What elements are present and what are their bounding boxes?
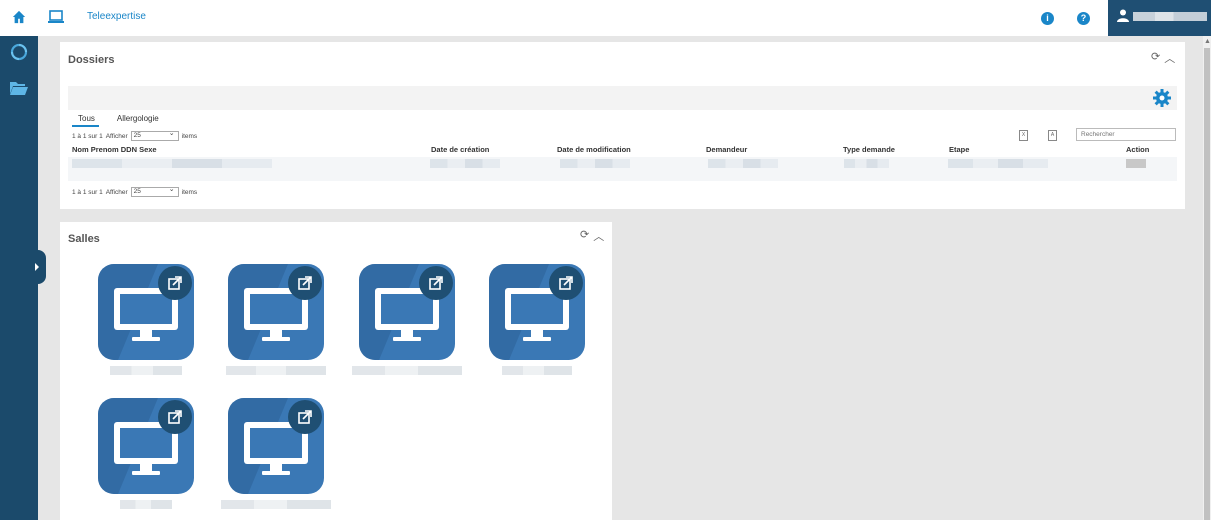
- user-icon: [1117, 9, 1129, 22]
- page-size-select[interactable]: 25: [130, 130, 179, 141]
- external-link-icon[interactable]: [288, 400, 322, 434]
- col-date-modification[interactable]: Date de modification: [557, 145, 631, 154]
- pager-show-label: Afficher: [105, 188, 128, 196]
- col-type-demande[interactable]: Type demande: [843, 145, 895, 154]
- teleexpertise-link[interactable]: Teleexpertise: [87, 11, 146, 22]
- cell-redacted: [844, 159, 889, 168]
- cell-redacted: [708, 159, 778, 168]
- external-link-icon[interactable]: [288, 266, 322, 300]
- pager-top: 1 à 1 sur 1 Afficher 25 items: [72, 130, 198, 141]
- cell-redacted: [430, 159, 500, 168]
- external-link-icon[interactable]: [158, 266, 192, 300]
- room-name-redacted: [502, 366, 572, 375]
- room-name-redacted: [120, 500, 172, 509]
- user-menu[interactable]: [1108, 0, 1211, 36]
- info-icon[interactable]: i: [1041, 12, 1054, 25]
- cell-redacted: [948, 159, 1048, 168]
- collapse-icon[interactable]: ︿: [1164, 50, 1175, 66]
- excel-export-icon[interactable]: X: [1019, 130, 1028, 141]
- dossiers-panel: Dossiers ⟳ ︿ Tous Allergologie 1 à 1 sur…: [60, 42, 1185, 209]
- external-link-icon[interactable]: [419, 266, 453, 300]
- col-action[interactable]: Action: [1126, 145, 1149, 154]
- col-etape[interactable]: Etape: [949, 145, 969, 154]
- pager-range: 1 à 1 sur 1: [72, 132, 103, 140]
- salles-tools: ⟳ ︿: [580, 228, 604, 244]
- tab-allergologie[interactable]: Allergologie: [111, 114, 163, 127]
- home-icon[interactable]: [12, 10, 26, 24]
- pager-items-label: items: [181, 188, 198, 196]
- collapse-icon[interactable]: ︿: [593, 228, 604, 244]
- salles-panel: Salles ⟳ ︿: [60, 222, 612, 520]
- page-size-select[interactable]: 25: [130, 186, 179, 197]
- pager-items-label: items: [181, 132, 198, 140]
- table-row[interactable]: [68, 157, 1177, 181]
- cell-redacted: [72, 159, 272, 168]
- external-link-icon[interactable]: [158, 400, 192, 434]
- help-icon[interactable]: ?: [1077, 12, 1090, 25]
- pdf-export-icon[interactable]: A: [1048, 130, 1057, 141]
- tab-tous[interactable]: Tous: [72, 114, 99, 127]
- refresh-icon[interactable]: ⟳: [1151, 50, 1160, 66]
- dossiers-tabs: Tous Allergologie: [72, 114, 163, 127]
- chevron-right-icon: [35, 263, 39, 271]
- folder-open-icon[interactable]: [9, 80, 29, 96]
- laptop-icon[interactable]: [48, 10, 64, 24]
- user-name-redacted: [1133, 12, 1207, 21]
- pager-show-label: Afficher: [105, 132, 128, 140]
- cell-redacted: [560, 159, 630, 168]
- dossiers-title: Dossiers: [68, 54, 115, 66]
- scroll-up-icon[interactable]: ▲: [1204, 38, 1211, 45]
- external-link-icon[interactable]: [549, 266, 583, 300]
- pager-range: 1 à 1 sur 1: [72, 188, 103, 196]
- room-name-redacted: [110, 366, 182, 375]
- pager-bottom: 1 à 1 sur 1 Afficher 25 items: [72, 186, 198, 197]
- col-date-creation[interactable]: Date de création: [431, 145, 489, 154]
- room-name-redacted: [221, 500, 331, 509]
- dossiers-toolbar: [68, 86, 1177, 110]
- gear-icon[interactable]: [1153, 89, 1171, 107]
- table-header: Nom Prenom DDN Sexe Date de création Dat…: [72, 145, 1177, 157]
- col-demandeur[interactable]: Demandeur: [706, 145, 747, 154]
- room-name-redacted: [352, 366, 462, 375]
- search-input[interactable]: [1076, 128, 1176, 141]
- scrollbar-thumb[interactable]: [1204, 48, 1210, 520]
- dossiers-tools: ⟳ ︿: [1151, 50, 1175, 66]
- vertical-scrollbar[interactable]: ▲: [1203, 36, 1211, 520]
- salles-title: Salles: [68, 233, 100, 245]
- col-nom[interactable]: Nom Prenom DDN Sexe: [72, 145, 157, 154]
- action-icon[interactable]: [1126, 159, 1146, 168]
- refresh-icon[interactable]: ⟳: [580, 228, 589, 244]
- sync-icon[interactable]: [10, 43, 28, 61]
- sidebar-toggle[interactable]: [30, 250, 46, 284]
- top-bar: Teleexpertise i ?: [0, 0, 1211, 36]
- room-name-redacted: [226, 366, 326, 375]
